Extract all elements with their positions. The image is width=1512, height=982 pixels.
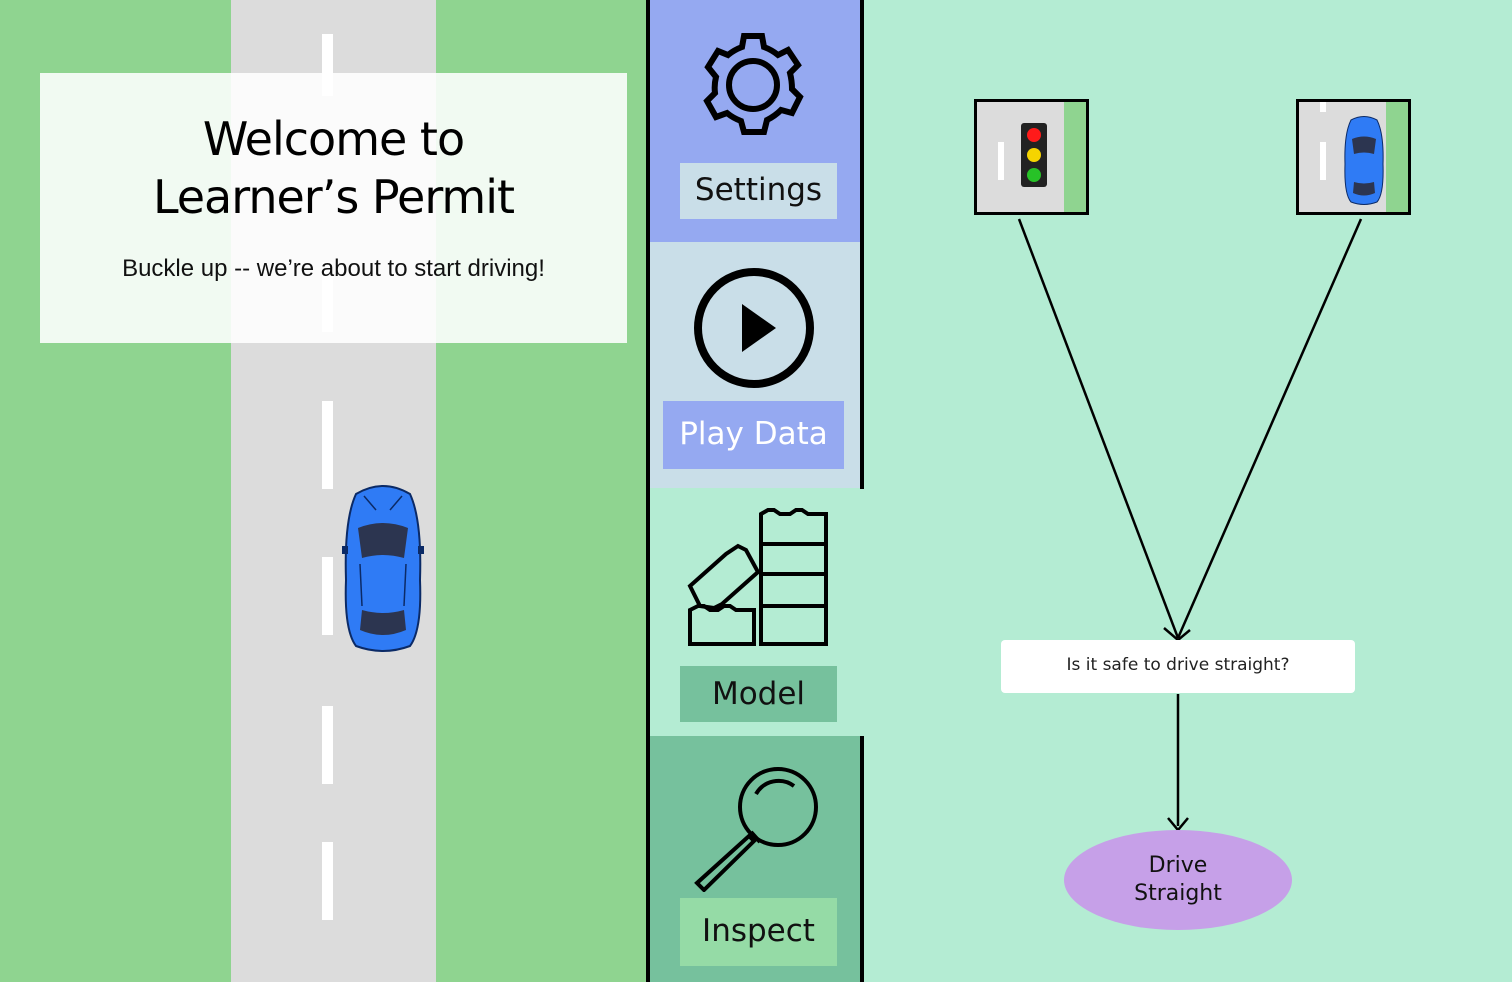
decision-question[interactable]: Is it safe to drive straight? (1001, 640, 1355, 693)
blocks-icon (687, 508, 828, 646)
tab-inspect[interactable]: Inspect (650, 736, 862, 982)
car-icon (342, 485, 424, 652)
welcome-title: Welcome to Learner’s Permit (40, 110, 627, 226)
tab-settings[interactable]: Settings (650, 0, 862, 242)
lane-dash (322, 557, 333, 635)
decision-leaf[interactable]: Drive Straight (1064, 830, 1292, 930)
lane-dash (322, 706, 333, 784)
tab-inspect-label: Inspect (680, 898, 837, 966)
lane-dash (322, 842, 333, 920)
tab-model-label: Model (680, 666, 837, 722)
gear-icon (703, 33, 804, 135)
tab-play-data-label: Play Data (663, 401, 844, 469)
tab-model[interactable]: Model (650, 488, 862, 736)
lane-dash (322, 401, 333, 489)
traffic-light-icon (1021, 123, 1047, 187)
tab-settings-label: Settings (680, 163, 837, 219)
leaf-line2: Straight (1134, 881, 1222, 906)
welcome-title-line2: Learner’s Permit (152, 170, 515, 224)
car-icon (1344, 116, 1384, 205)
leaf-line1: Drive (1148, 853, 1208, 878)
tab-play-data[interactable]: Play Data (650, 242, 862, 488)
car-ahead-feature[interactable] (1296, 99, 1411, 215)
welcome-title-line1: Welcome to (202, 112, 465, 166)
play-icon (694, 268, 814, 388)
magnifier-icon (694, 767, 818, 892)
welcome-subtitle: Buckle up -- we’re about to start drivin… (122, 255, 545, 282)
traffic-light-feature[interactable] (974, 99, 1089, 215)
